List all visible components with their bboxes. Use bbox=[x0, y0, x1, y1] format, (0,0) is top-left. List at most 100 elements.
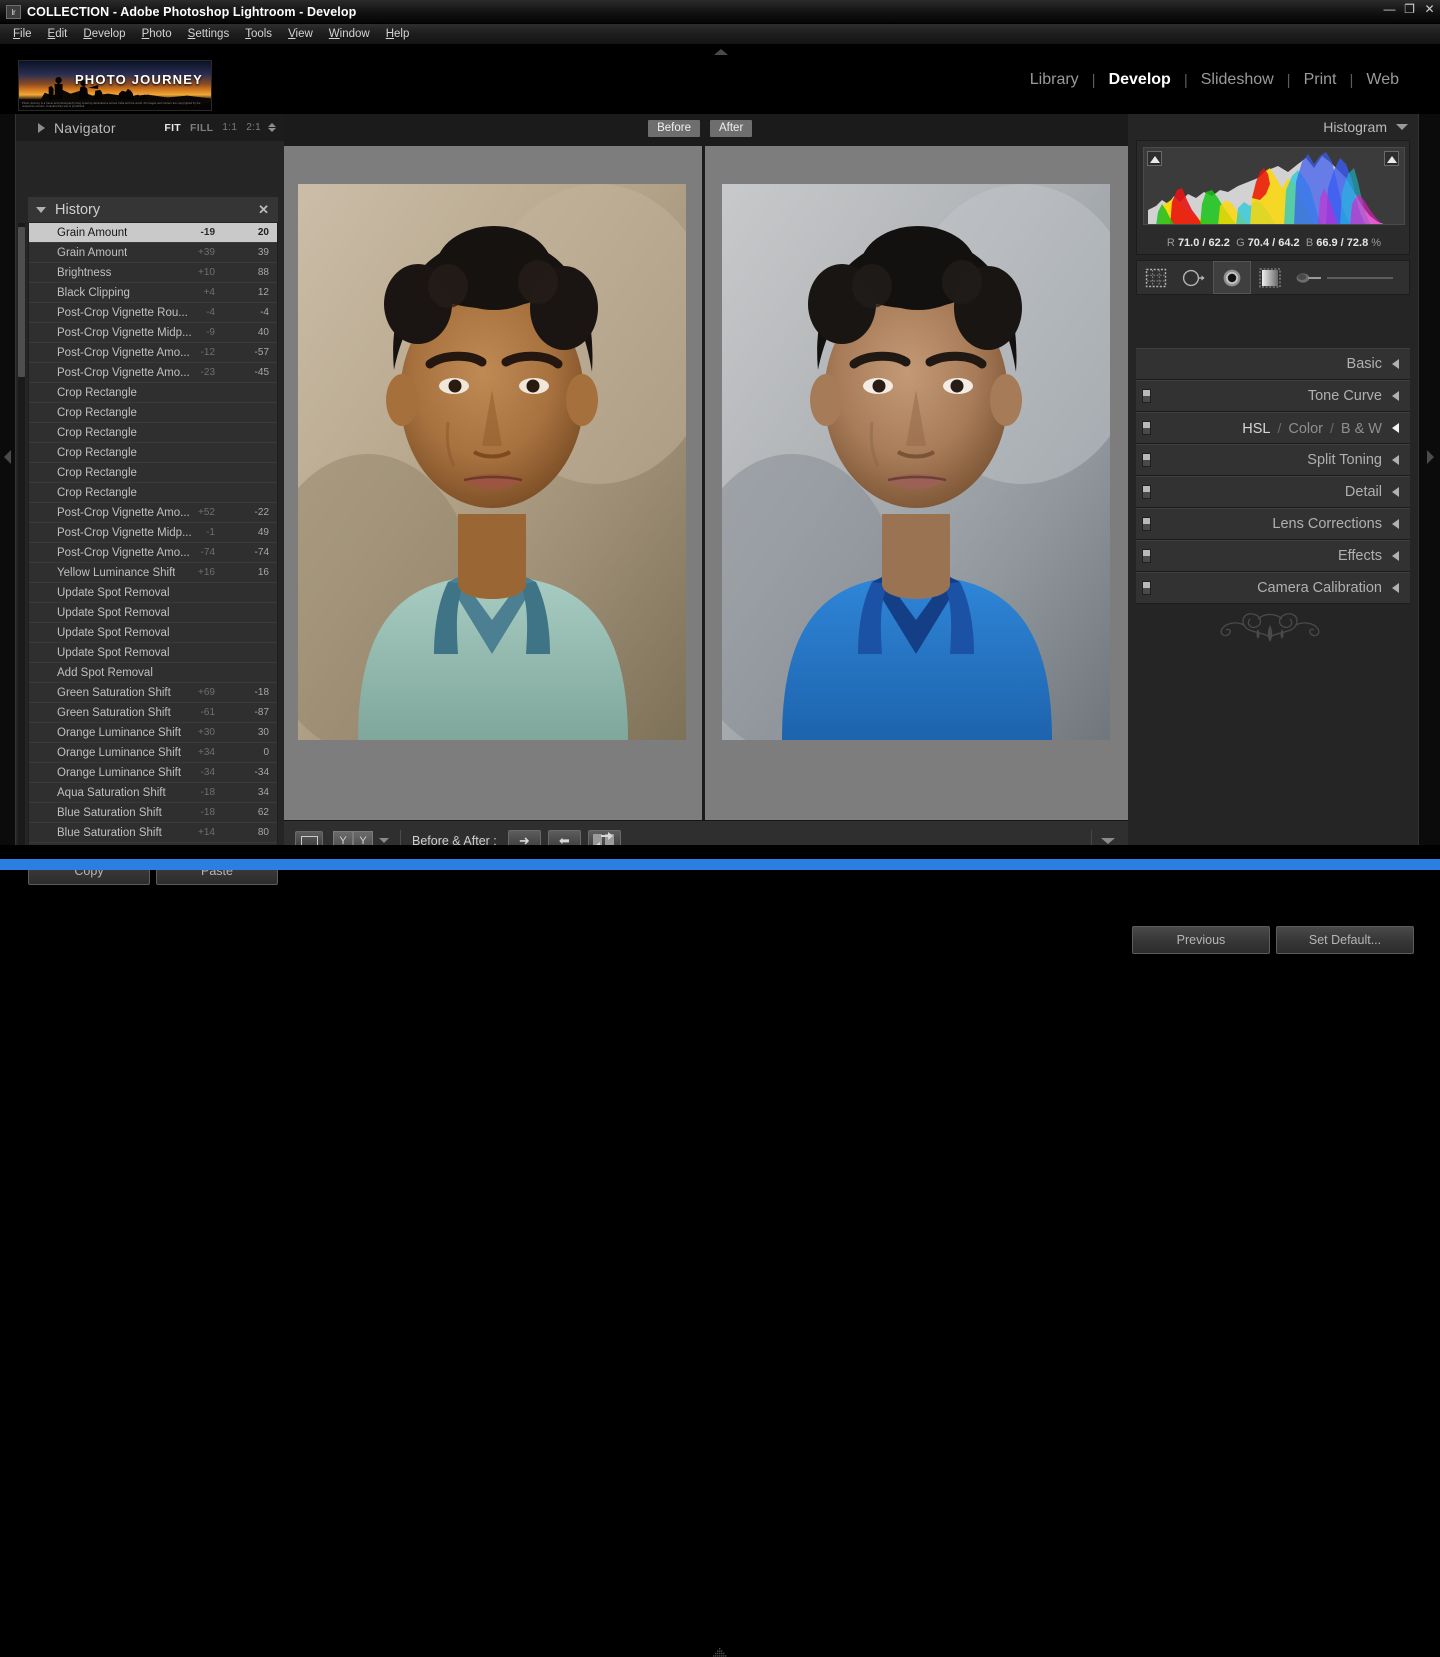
history-row[interactable]: Post-Crop Vignette Amo...+52-22 bbox=[29, 503, 277, 523]
history-row[interactable]: Green Saturation Shift+69-18 bbox=[29, 683, 277, 703]
menu-item-window[interactable]: Window bbox=[321, 26, 378, 42]
module-develop[interactable]: Develop bbox=[1096, 71, 1184, 89]
hsl-tab-color[interactable]: Color bbox=[1288, 421, 1323, 437]
right-panel-edge[interactable] bbox=[1418, 114, 1440, 845]
filmstrip-collapse-strip[interactable] bbox=[0, 845, 1440, 859]
histogram-panel[interactable]: R 71.0 / 62.2 G 70.4 / 64.2 B 66.9 / 72.… bbox=[1136, 140, 1410, 255]
history-row[interactable]: Orange Luminance Shift+3030 bbox=[29, 723, 277, 743]
histogram-header[interactable]: Histogram bbox=[1128, 114, 1418, 140]
history-row[interactable]: Post-Crop Vignette Amo...-74-74 bbox=[29, 543, 277, 563]
history-row[interactable]: Update Spot Removal bbox=[29, 643, 277, 663]
history-scrollbar[interactable] bbox=[18, 223, 25, 849]
panel-section-hsl-color-b-w[interactable]: HSL/Color/B & W bbox=[1136, 412, 1410, 444]
history-row[interactable]: Crop Rectangle bbox=[29, 383, 277, 403]
panel-enable-switch[interactable] bbox=[1142, 389, 1151, 403]
hsl-tab-hsl[interactable]: HSL bbox=[1242, 421, 1270, 437]
identity-plate[interactable]: PHOTO JOURNEY Photo Journey is a travel … bbox=[18, 60, 212, 111]
history-list[interactable]: Grain Amount-1920Grain Amount+3939Bright… bbox=[28, 223, 278, 849]
history-row[interactable]: Orange Luminance Shift-34-34 bbox=[29, 763, 277, 783]
brush-size-slider[interactable] bbox=[1327, 277, 1393, 279]
chevron-down-icon[interactable] bbox=[379, 838, 389, 843]
menu-item-settings[interactable]: Settings bbox=[180, 26, 238, 42]
histogram-plot[interactable] bbox=[1143, 147, 1405, 225]
chevron-left-icon[interactable] bbox=[1392, 455, 1399, 465]
history-scrollbar-thumb[interactable] bbox=[18, 227, 25, 377]
hsl-tab-bw[interactable]: B & W bbox=[1341, 421, 1382, 437]
panel-enable-switch[interactable] bbox=[1142, 421, 1151, 435]
menu-item-help[interactable]: Help bbox=[378, 26, 418, 42]
menu-item-edit[interactable]: Edit bbox=[40, 26, 76, 42]
chevron-left-icon[interactable] bbox=[1392, 519, 1399, 529]
navigator-zoom-1-1[interactable]: 1:1 bbox=[222, 122, 237, 133]
panel-enable-switch[interactable] bbox=[1142, 517, 1151, 531]
minimize-button[interactable]: — bbox=[1383, 3, 1396, 15]
history-clear-icon[interactable]: ✕ bbox=[258, 202, 269, 218]
set-default-button[interactable]: Set Default... bbox=[1276, 926, 1414, 954]
history-row[interactable]: Brightness+1088 bbox=[29, 263, 277, 283]
panel-section-tone-curve[interactable]: Tone Curve bbox=[1136, 380, 1410, 412]
left-panel-edge[interactable] bbox=[0, 114, 16, 845]
module-library[interactable]: Library bbox=[1017, 71, 1092, 89]
panel-enable-switch[interactable] bbox=[1142, 581, 1151, 595]
crop-overlay-tool[interactable] bbox=[1137, 261, 1175, 294]
history-row[interactable]: Update Spot Removal bbox=[29, 603, 277, 623]
chevron-left-icon[interactable] bbox=[1392, 391, 1399, 401]
history-row[interactable]: Blue Saturation Shift+1480 bbox=[29, 823, 277, 843]
history-row[interactable]: Post-Crop Vignette Rou...-4-4 bbox=[29, 303, 277, 323]
chevron-left-icon[interactable] bbox=[1392, 583, 1399, 593]
menu-item-photo[interactable]: Photo bbox=[134, 26, 180, 42]
panel-enable-switch[interactable] bbox=[1142, 453, 1151, 467]
chevron-down-icon[interactable] bbox=[1396, 124, 1408, 130]
module-print[interactable]: Print bbox=[1291, 71, 1350, 89]
menu-item-file[interactable]: File bbox=[5, 26, 40, 42]
collapse-left-panel-icon[interactable] bbox=[4, 450, 11, 464]
navigator-zoom-fill[interactable]: FILL bbox=[190, 122, 213, 134]
navigator-expand-icon[interactable] bbox=[38, 123, 45, 133]
history-collapse-icon[interactable] bbox=[36, 207, 46, 213]
shadow-clipping-indicator[interactable] bbox=[1147, 151, 1162, 166]
navigator-header[interactable]: Navigator FITFILL1:12:1 bbox=[16, 114, 284, 141]
after-pane[interactable] bbox=[705, 146, 1128, 820]
panel-section-detail[interactable]: Detail bbox=[1136, 476, 1410, 508]
history-row[interactable]: Post-Crop Vignette Amo...-12-57 bbox=[29, 343, 277, 363]
history-row[interactable]: Add Spot Removal bbox=[29, 663, 277, 683]
history-row[interactable]: Crop Rectangle bbox=[29, 423, 277, 443]
history-row[interactable]: Yellow Luminance Shift+1616 bbox=[29, 563, 277, 583]
panel-enable-switch[interactable] bbox=[1142, 549, 1151, 563]
previous-button[interactable]: Previous bbox=[1132, 926, 1270, 954]
chevron-left-icon[interactable] bbox=[1392, 487, 1399, 497]
panel-section-basic[interactable]: Basic bbox=[1136, 348, 1410, 380]
history-panel-header[interactable]: History ✕ bbox=[28, 197, 278, 222]
panel-section-effects[interactable]: Effects bbox=[1136, 540, 1410, 572]
panel-section-lens-corrections[interactable]: Lens Corrections bbox=[1136, 508, 1410, 540]
navigator-zoom-stepper-icon[interactable] bbox=[268, 123, 276, 132]
before-pane[interactable] bbox=[284, 146, 702, 820]
module-web[interactable]: Web bbox=[1353, 71, 1412, 89]
collapse-right-panel-icon[interactable] bbox=[1427, 450, 1434, 464]
history-row[interactable]: Post-Crop Vignette Midp...-940 bbox=[29, 323, 277, 343]
chevron-left-icon[interactable] bbox=[1392, 423, 1399, 433]
highlight-clipping-indicator[interactable] bbox=[1384, 151, 1399, 166]
menu-item-tools[interactable]: Tools bbox=[237, 26, 280, 42]
collapse-top-panel-icon[interactable] bbox=[714, 49, 728, 55]
graduated-filter-tool[interactable] bbox=[1251, 261, 1289, 294]
chevron-left-icon[interactable] bbox=[1392, 359, 1399, 369]
menu-item-develop[interactable]: Develop bbox=[75, 26, 133, 42]
navigator-zoom-fit[interactable]: FIT bbox=[164, 122, 181, 134]
history-row[interactable]: Update Spot Removal bbox=[29, 623, 277, 643]
chevron-left-icon[interactable] bbox=[1392, 551, 1399, 561]
history-row[interactable]: Grain Amount+3939 bbox=[29, 243, 277, 263]
spot-removal-tool[interactable] bbox=[1175, 261, 1213, 294]
history-row[interactable]: Post-Crop Vignette Amo...-23-45 bbox=[29, 363, 277, 383]
history-row[interactable]: Crop Rectangle bbox=[29, 463, 277, 483]
restore-button[interactable]: ❐ bbox=[1403, 3, 1416, 15]
panel-section-split-toning[interactable]: Split Toning bbox=[1136, 444, 1410, 476]
panel-section-camera-calibration[interactable]: Camera Calibration bbox=[1136, 572, 1410, 604]
menu-item-view[interactable]: View bbox=[280, 26, 321, 42]
history-row[interactable]: Crop Rectangle bbox=[29, 483, 277, 503]
navigator-zoom-2-1[interactable]: 2:1 bbox=[246, 122, 261, 133]
history-row[interactable]: Post-Crop Vignette Midp...-149 bbox=[29, 523, 277, 543]
after-photo[interactable] bbox=[722, 184, 1110, 740]
history-row[interactable]: Crop Rectangle bbox=[29, 403, 277, 423]
history-row[interactable]: Black Clipping+412 bbox=[29, 283, 277, 303]
